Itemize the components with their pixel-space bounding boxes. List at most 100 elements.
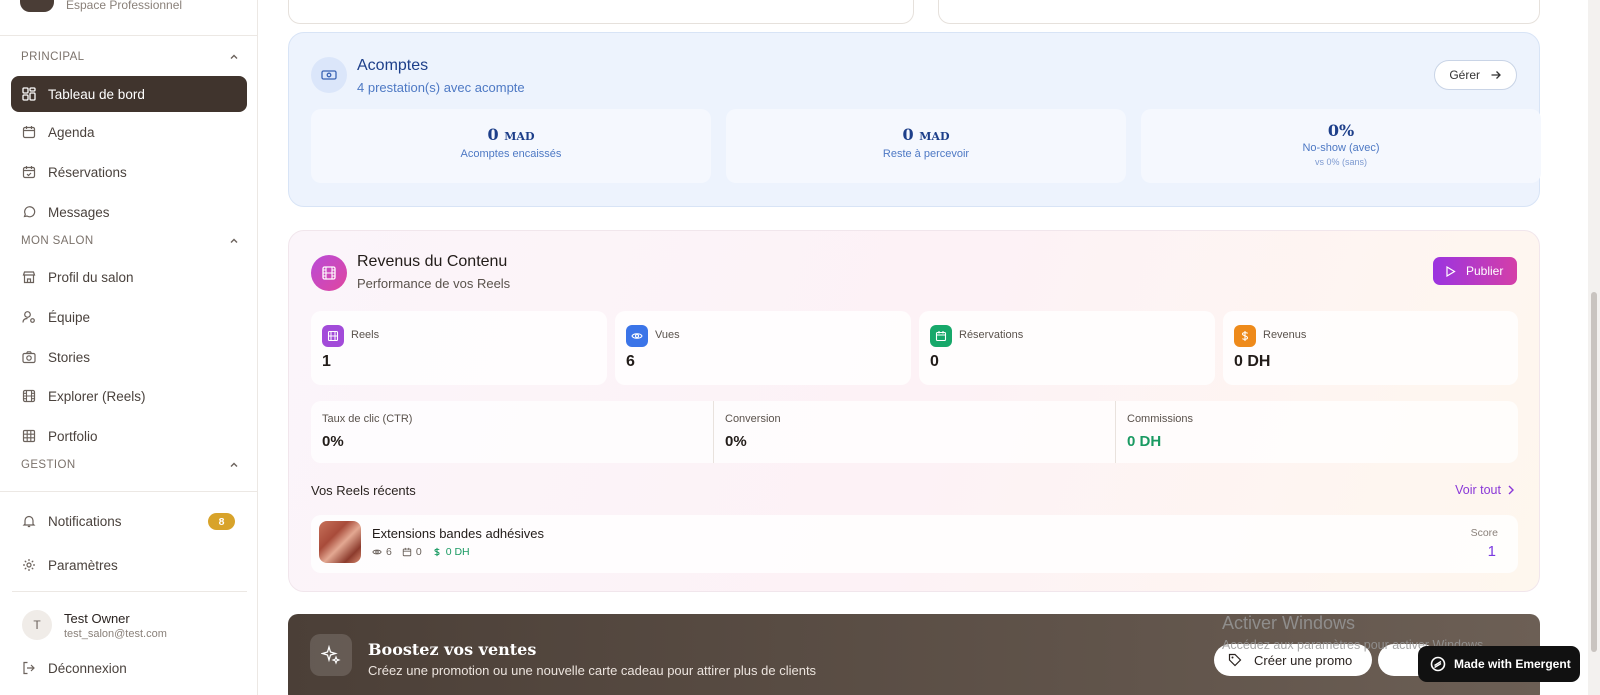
rate-conversion: Conversion 0% <box>713 401 1115 463</box>
acomptes-card: Acomptes 4 prestation(s) avec acompte Gé… <box>288 32 1541 207</box>
rate-label: Taux de clic (CTR) <box>322 413 413 425</box>
divider <box>0 35 258 36</box>
bell-icon <box>22 514 36 528</box>
banknote-icon <box>311 57 347 93</box>
arrow-right-icon <box>1491 71 1501 79</box>
watermark-title: Activer Windows <box>1222 613 1356 633</box>
user-name: Test Owner <box>64 610 130 626</box>
stat-value: 0% <box>1327 121 1355 140</box>
rate-label: Conversion <box>725 413 781 425</box>
divider <box>0 491 258 492</box>
logout-button[interactable]: Déconnexion <box>11 650 247 686</box>
reel-meta: 6 0 0 DH <box>372 546 470 558</box>
metric-vues: Vues 6 <box>615 311 911 385</box>
sidebar-item-label: Agenda <box>48 124 95 140</box>
eye-icon <box>372 549 382 555</box>
sidebar-item-label: Tableau de bord <box>48 86 145 102</box>
reel-bookings: 0 <box>402 546 422 558</box>
sidebar-item-label: Explorer (Reels) <box>48 388 146 404</box>
sidebar-item-label: Paramètres <box>48 557 118 573</box>
film-icon <box>311 255 347 291</box>
recent-reels-title: Vos Reels récents <box>311 483 416 498</box>
user-profile[interactable]: T Test Owner test_salon@test.com <box>22 610 167 640</box>
section-mon-salon[interactable]: MON SALON <box>21 235 239 247</box>
section-gestion[interactable]: GESTION <box>21 459 239 471</box>
boost-title: Boostez vos ventes <box>368 640 537 659</box>
sidebar-item-reservations[interactable]: Réservations <box>11 154 247 190</box>
metric-label: Réservations <box>959 329 1024 341</box>
sidebar-item-explorer[interactable]: Explorer (Reels) <box>11 378 247 414</box>
section-label: PRINCIPAL <box>21 51 85 63</box>
section-principal[interactable]: PRINCIPAL <box>21 51 239 63</box>
stat-label: Reste à percevoir <box>882 148 970 160</box>
section-label: MON SALON <box>21 235 94 247</box>
sidebar-item-label: Notifications <box>48 513 122 529</box>
manage-label: Gérer <box>1449 68 1480 82</box>
main-content: Acomptes 4 prestation(s) avec acompte Gé… <box>258 0 1600 695</box>
calendar-check-icon <box>22 165 36 179</box>
calendar-icon <box>402 547 412 557</box>
sidebar-item-parametres[interactable]: Paramètres <box>11 547 247 583</box>
stat-no-show: 0% No-show (avec) vs 0% (sans) <box>1141 109 1541 183</box>
made-with-emergent-badge[interactable]: Made with Emergent <box>1418 646 1580 682</box>
chevron-up-icon <box>230 54 238 59</box>
publish-label: Publier <box>1466 264 1504 278</box>
sidebar-item-portfolio[interactable]: Portfolio <box>11 418 247 454</box>
revenus-title: Revenus du Contenu <box>357 253 508 270</box>
grid-icon <box>22 429 36 443</box>
sidebar-item-stories[interactable]: Stories <box>11 339 247 375</box>
boost-subtitle: Créez une promotion ou une nouvelle cart… <box>368 663 817 678</box>
rate-value: 0% <box>322 433 344 450</box>
sidebar-item-label: Stories <box>48 349 91 365</box>
previous-card-right <box>938 0 1540 24</box>
sidebar-item-equipe[interactable]: Équipe <box>11 299 247 335</box>
rates-panel: Taux de clic (CTR) 0% Conversion 0% Comm… <box>311 401 1518 463</box>
metric-label: Reels <box>351 329 380 341</box>
metric-value: 0 DH <box>1234 353 1271 370</box>
reel-views-value: 6 <box>386 546 392 558</box>
sidebar-item-dashboard[interactable]: Tableau de bord <box>11 76 247 112</box>
scrollbar[interactable] <box>1588 0 1600 695</box>
dollar-icon <box>434 547 440 557</box>
rate-label: Commissions <box>1127 413 1194 425</box>
settings-gear-icon <box>22 558 36 572</box>
reel-bookings-value: 0 <box>415 546 422 558</box>
tag-icon <box>1228 653 1242 667</box>
stat-amount: 0 <box>902 125 914 144</box>
film-icon <box>22 389 36 403</box>
publish-button[interactable]: Publier <box>1433 257 1517 285</box>
acomptes-subtitle: 4 prestation(s) avec acompte <box>357 80 525 95</box>
rate-commissions: Commissions 0 DH <box>1115 401 1517 463</box>
calendar-icon <box>930 325 952 347</box>
metric-label: Vues <box>655 329 680 341</box>
film-icon <box>322 325 344 347</box>
sidebar-item-notifications[interactable]: Notifications 8 <box>11 503 247 539</box>
emergent-label: Made with Emergent <box>1454 657 1571 671</box>
reel-list-item[interactable]: Extensions bandes adhésives 6 0 0 DH Sco… <box>311 515 1518 573</box>
brand-subtitle: Espace Professionnel <box>66 0 183 12</box>
sidebar-item-messages[interactable]: Messages <box>11 194 247 230</box>
stat-amount: 0 <box>487 125 499 144</box>
sidebar-item-agenda[interactable]: Agenda <box>11 114 247 150</box>
metric-reels: Reels 1 <box>311 311 607 385</box>
chevron-up-icon <box>230 462 238 467</box>
reel-name: Extensions bandes adhésives <box>372 526 545 541</box>
avatar: T <box>22 610 52 640</box>
sidebar-item-label: Portfolio <box>48 428 98 444</box>
manage-button[interactable]: Gérer <box>1434 60 1517 90</box>
metric-value: 0 <box>930 353 939 370</box>
logout-label: Déconnexion <box>48 660 127 676</box>
reel-revenue-value: 0 DH <box>445 546 470 558</box>
user-email: test_salon@test.com <box>64 627 167 640</box>
message-circle-icon <box>22 205 36 219</box>
stat-acomptes-encaisses: 0 MAD Acomptes encaissés <box>311 109 711 183</box>
see-all-link[interactable]: Voir tout <box>1455 483 1515 497</box>
scrollbar-thumb[interactable] <box>1591 292 1597 652</box>
dashboard-icon <box>22 87 36 101</box>
dollar-icon <box>1234 325 1256 347</box>
emergent-logo-icon <box>1430 656 1446 672</box>
sidebar-item-profil[interactable]: Profil du salon <box>11 259 247 295</box>
brand-logo[interactable] <box>20 0 54 12</box>
stat-unit: MAD <box>504 130 535 143</box>
sidebar-item-label: Équipe <box>48 309 91 325</box>
